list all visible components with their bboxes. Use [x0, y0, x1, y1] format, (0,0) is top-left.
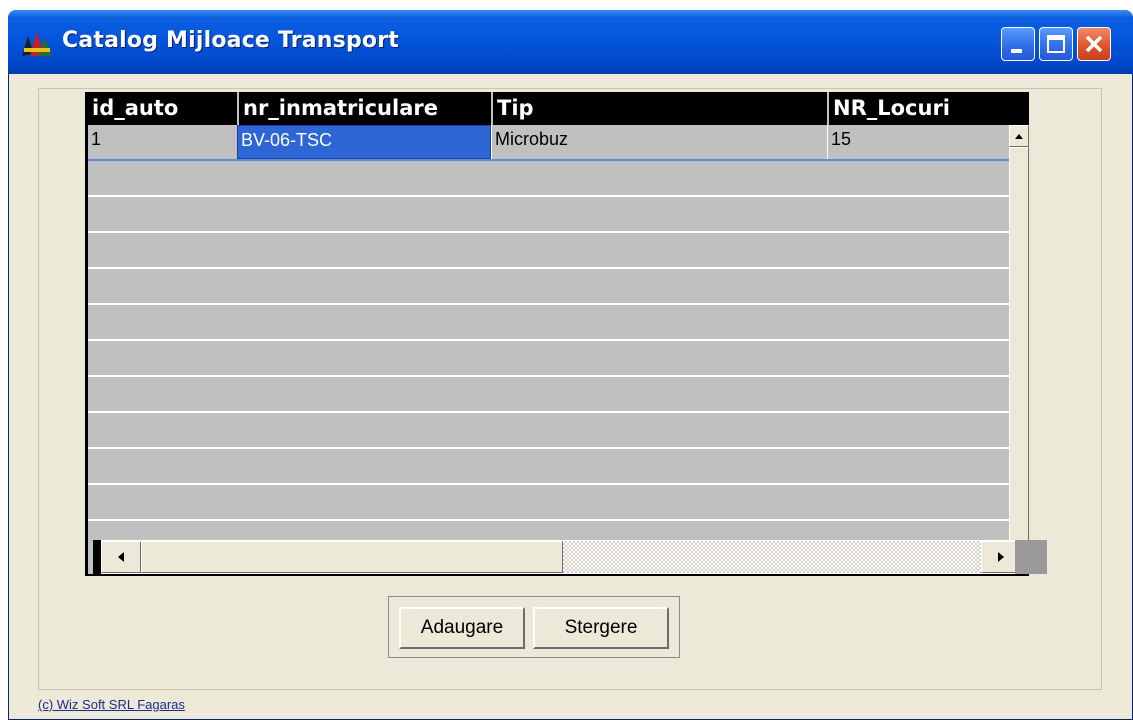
add-button[interactable]: Adaugare — [399, 607, 525, 649]
empty-row — [88, 413, 1009, 449]
cell-id-auto[interactable]: 1 — [88, 125, 237, 159]
empty-row — [88, 305, 1009, 341]
grid-rows: 1 BV-06-TSC Microbuz 15 — [88, 125, 1029, 574]
empty-row — [88, 197, 1009, 233]
vertical-scroll-thumb[interactable] — [1009, 147, 1029, 550]
scroll-left-button[interactable] — [101, 541, 141, 573]
empty-row — [88, 233, 1009, 269]
empty-row — [88, 377, 1009, 413]
maximize-icon — [1047, 35, 1065, 53]
column-header-tip[interactable]: Tip — [491, 92, 827, 125]
vehicle-grid[interactable]: id_auto nr_inmatriculare Tip NR_Locuri 1… — [85, 92, 1029, 576]
title-bar[interactable]: Catalog Mijloace Transport — [8, 10, 1133, 74]
vertical-scrollbar[interactable] — [1009, 125, 1029, 572]
arrow-left-icon — [118, 552, 124, 562]
horizontal-scrollbar[interactable] — [93, 540, 1021, 574]
grid-row-indicator — [93, 540, 101, 574]
delete-button[interactable]: Stergere — [533, 607, 669, 649]
horizontal-scroll-track[interactable] — [563, 541, 981, 573]
column-header-nr-locuri[interactable]: NR_Locuri — [827, 92, 1009, 125]
close-button[interactable] — [1077, 27, 1111, 61]
cell-nr-inmatriculare[interactable]: BV-06-TSC — [237, 125, 491, 159]
copyright-link[interactable]: (c) Wiz Soft SRL Fagaras — [38, 697, 185, 712]
table-row[interactable]: 1 BV-06-TSC Microbuz 15 — [88, 125, 1009, 161]
empty-row — [88, 341, 1009, 377]
column-header-id-auto[interactable]: id_auto — [88, 92, 237, 125]
column-header-nr-inmatriculare[interactable]: nr_inmatriculare — [237, 92, 491, 125]
cell-tip[interactable]: Microbuz — [491, 125, 827, 159]
app-icon — [20, 30, 54, 58]
action-button-group: Adaugare Stergere — [388, 596, 680, 658]
window-title: Catalog Mijloace Transport — [62, 28, 399, 53]
minimize-button[interactable] — [1001, 27, 1035, 61]
maximize-button[interactable] — [1039, 27, 1073, 61]
empty-row — [88, 449, 1009, 485]
empty-row — [88, 161, 1009, 197]
horizontal-scroll-thumb[interactable] — [141, 541, 563, 573]
grid-header: id_auto nr_inmatriculare Tip NR_Locuri — [88, 92, 1029, 125]
scroll-up-button[interactable] — [1009, 125, 1029, 147]
empty-row — [88, 269, 1009, 305]
close-icon — [1085, 35, 1103, 53]
cell-nr-locuri[interactable]: 15 — [827, 125, 1009, 159]
scrollbar-corner — [1015, 540, 1047, 574]
empty-row — [88, 485, 1009, 521]
arrow-up-icon — [1015, 134, 1023, 139]
minimize-icon — [1011, 49, 1022, 53]
